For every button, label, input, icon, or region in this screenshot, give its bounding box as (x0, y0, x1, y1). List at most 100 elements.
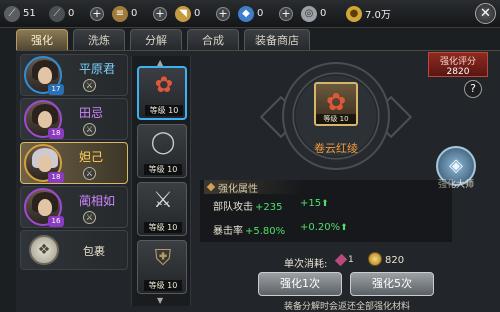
selected-item-display: ✿ 等级 10 卷云红绫 (282, 62, 390, 170)
enhance-once-button[interactable]: 强化1次 (258, 272, 342, 296)
equipment-slot[interactable]: ⛨ 等级 10 (137, 240, 187, 294)
bag-item[interactable]: ❖ 包裹 (20, 230, 128, 270)
hero-item[interactable]: 17 平原君 ⚔ (20, 54, 128, 96)
close-button[interactable]: ✕ (475, 3, 496, 24)
hero-list: 17 平原君 ⚔ 18 田忌 ⚔ 18 妲己 ⚔ 16 蔺相如 ⚔ ❖ 包裹 (20, 54, 128, 270)
blade-icon: ⟋ (49, 5, 65, 22)
resource-value: 0 (68, 8, 75, 19)
hero-item[interactable]: 18 田忌 ⚔ (20, 98, 128, 140)
attribute-key: 部队攻击 (213, 202, 253, 213)
help-button[interactable]: ? (464, 80, 482, 98)
master-icon: ◈ (449, 155, 463, 176)
equip-badge-icon: ⚔ (83, 123, 96, 136)
selected-item-name: 卷云红绫 (314, 142, 358, 155)
horn-icon: ◥ (175, 5, 191, 22)
diamond-bullet-icon (206, 182, 216, 192)
hero-name: 平原君 (79, 62, 116, 76)
gem-cost: 1 (348, 255, 354, 265)
equip-badge-icon: ⚔ (83, 79, 96, 92)
up-arrow-icon: ⬆ (321, 199, 329, 209)
attribute-increase-value: +15 (300, 198, 322, 209)
score-label: 强化评分 (439, 57, 476, 67)
close-icon: ✕ (480, 6, 491, 21)
attributes-title: 强化属性 (204, 180, 304, 195)
coin-cost: 820 (385, 255, 405, 266)
equipment-level: 等级 10 (145, 105, 183, 116)
tab-refine[interactable]: 洗炼 (73, 29, 125, 51)
attributes-panel: 强化属性 部队攻击 +235 +15⬆ 暴击率 +5.80% +0.20%⬆ (200, 180, 452, 242)
enhance-score-tag: 强化评分 2820 (428, 52, 488, 77)
resource-0: ⟋ 51 (4, 5, 41, 22)
resource-4: ◆ 0 + (238, 5, 293, 22)
silver-coin-icon: ◎ (301, 5, 317, 22)
blade-icon: ⟋ (4, 5, 20, 22)
equipment-level: 等级 10 (144, 222, 182, 233)
gold-coin-icon (368, 252, 382, 266)
ring-icon: ◯ (150, 130, 176, 155)
flower-icon: ✿ 等级 10 (314, 82, 358, 126)
question-icon: ? (470, 82, 476, 95)
attribute-increase: +15⬆ (300, 198, 329, 209)
add-button[interactable]: + (279, 6, 293, 21)
tab-decompose[interactable]: 分解 (130, 29, 182, 51)
equipment-slot[interactable]: ◯ 等级 10 (137, 124, 187, 178)
attributes-title-text: 强化属性 (218, 184, 258, 195)
resource-value: 0 (131, 8, 138, 19)
bag-icon: ❖ (29, 235, 59, 265)
hero-level: 18 (48, 128, 64, 139)
resource-2: ≡ 0 + (112, 5, 167, 22)
attribute-row: 暴击率 +5.80% (213, 222, 285, 237)
hero-name: 田忌 (79, 106, 104, 120)
hero-item[interactable]: 16 蔺相如 ⚔ (20, 186, 128, 228)
hero-level: 16 (48, 216, 64, 227)
hero-name: 蔺相如 (79, 194, 116, 208)
equipment-slot[interactable]: ⚔ 等级 10 (137, 182, 187, 236)
crystal-icon: ◆ (238, 5, 254, 22)
resource-value: 7.0万 (365, 10, 391, 21)
resource-5: ◎ 0 (301, 5, 338, 22)
equip-badge-icon: ⚔ (83, 211, 96, 224)
resource-value: 0 (320, 8, 327, 19)
score-value: 2820 (446, 67, 470, 77)
resource-3: ◥ 0 + (175, 5, 230, 22)
resource-1: ⟋ 0 + (49, 5, 104, 22)
up-arrow-icon: ⬆ (340, 223, 348, 233)
sword-icon: ⚔ (153, 188, 173, 213)
armor-icon: ⛨ (154, 246, 172, 271)
equipment-level: 等级 10 (144, 164, 182, 175)
gold-coin-icon: ● (346, 5, 362, 22)
tab-enhance[interactable]: 强化 (16, 29, 68, 51)
hero-item-selected[interactable]: 18 妲己 ⚔ (20, 142, 128, 184)
bag-label: 包裹 (83, 245, 105, 258)
equipment-level: 等级 10 (144, 280, 182, 291)
attribute-increase: +0.20%⬆ (300, 222, 348, 233)
hero-level: 17 (48, 84, 64, 95)
add-button[interactable]: + (216, 6, 230, 21)
tab-equipment-shop[interactable]: 装备商店 (244, 29, 310, 51)
add-button[interactable]: + (90, 6, 104, 21)
resource-6: ● 7.0万 (346, 5, 391, 22)
scroll-icon: ≡ (112, 5, 128, 22)
attribute-key: 暴击率 (213, 226, 243, 237)
scroll-down-icon[interactable]: ▼ (157, 296, 163, 305)
hero-name: 妲己 (79, 150, 104, 164)
attribute-row: 部队攻击 +235 (213, 198, 282, 213)
resource-value: 0 (257, 8, 264, 19)
tab-bar: 强化 洗炼 分解 合成 装备商店 (16, 29, 315, 51)
attribute-value: +235 (255, 202, 283, 213)
attribute-increase-value: +0.20% (300, 222, 341, 233)
add-button[interactable]: + (153, 6, 167, 21)
hero-level: 18 (48, 172, 64, 183)
resource-value: 51 (23, 8, 36, 19)
equipment-slot-selected[interactable]: ✿ 等级 10 (137, 66, 187, 120)
tab-synthesize[interactable]: 合成 (187, 29, 239, 51)
resource-bar: ⟋ 51 ⟋ 0 + ≡ 0 + ◥ 0 + ◆ 0 + ◎ 0 ● 7.0万 … (0, 0, 500, 28)
equip-badge-icon: ⚔ (83, 167, 96, 180)
flower-icon: ✿ (154, 73, 174, 98)
equipment-list: ▲ ✿ 等级 10 ◯ 等级 10 ⚔ 等级 10 ⛨ 等级 10 ▼ (131, 56, 191, 306)
attribute-value: +5.80% (245, 226, 286, 237)
cost-label: 单次消耗: (284, 259, 328, 270)
enhance-five-button[interactable]: 强化5次 (350, 272, 434, 296)
hint-text: 装备分解时会返还全部强化材料 (283, 302, 410, 312)
resource-value: 0 (194, 8, 201, 19)
